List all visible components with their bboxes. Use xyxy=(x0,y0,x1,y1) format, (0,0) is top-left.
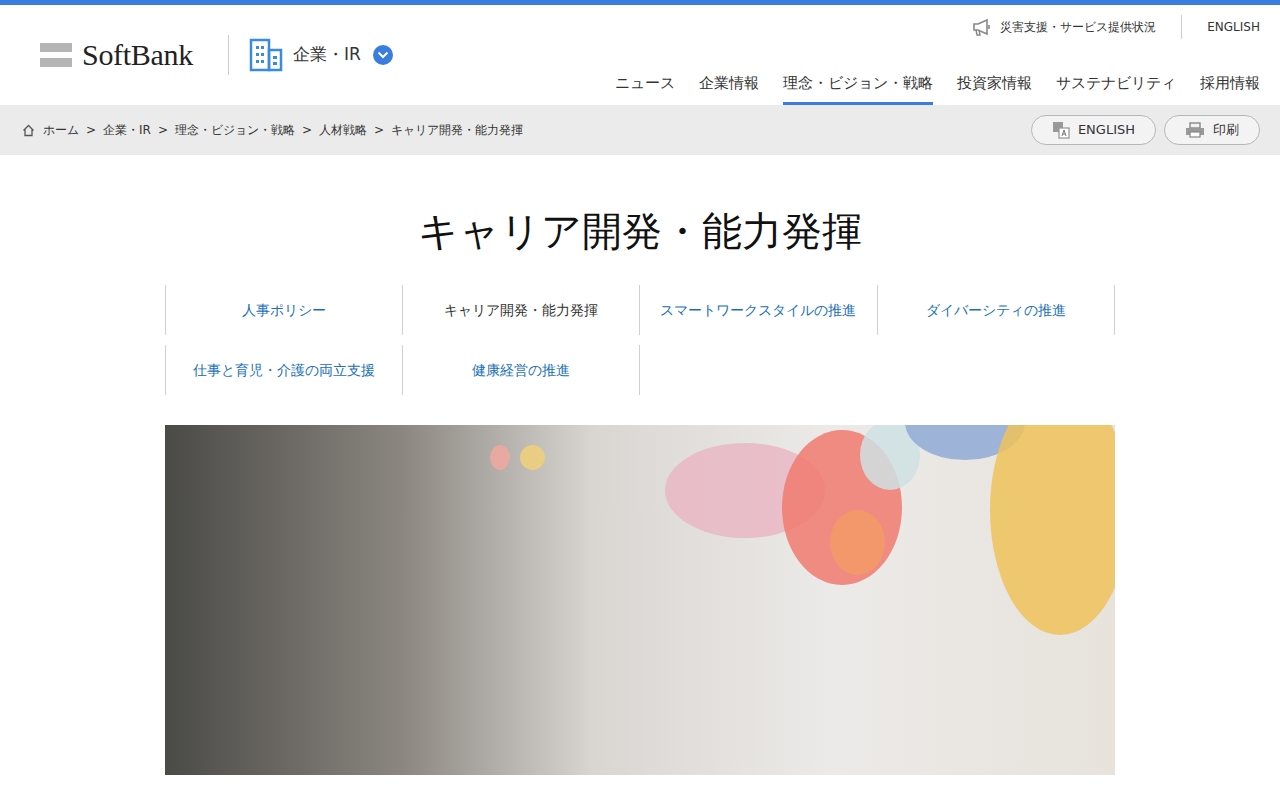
main-nav: ニュース 企業情報 理念・ビジョン・戦略 投資家情報 サステナビリティ 採用情報 xyxy=(615,72,1260,106)
decor-shape xyxy=(490,445,510,470)
sub-navigation: 人事ポリシー キャリア開発・能力発揮 スマートワークスタイルの推進 ダイバーシティの推… xyxy=(165,285,1115,395)
page-action-label: 印刷 xyxy=(1213,120,1239,140)
utility-divider xyxy=(1181,15,1182,39)
nav-item-label: ニュース xyxy=(615,74,675,92)
breadcrumb-item: キャリア開発・能力発揮 xyxy=(391,121,523,139)
logo-text: SoftBank xyxy=(82,40,193,70)
breadcrumb-item[interactable]: 理念・ビジョン・戦略 xyxy=(175,121,295,139)
page-title: キャリア開発・能力発揮 xyxy=(0,207,1280,255)
sub-nav-item[interactable]: スマートワークスタイルの推進 xyxy=(640,285,878,335)
nav-item[interactable]: 理念・ビジョン・戦略 xyxy=(783,72,933,106)
section-switcher[interactable]: 企業・IR xyxy=(249,38,393,72)
home-icon xyxy=(22,124,35,137)
breadcrumb: ホーム > 企業・IR > 理念・ビジョン・戦略 > 人材戦略 > キャリア開発・能力発揮 xyxy=(22,121,523,139)
translate-icon xyxy=(1052,121,1070,139)
building-icon xyxy=(249,38,283,72)
decor-shape xyxy=(830,510,885,575)
breadcrumb-item[interactable]: 企業・IR xyxy=(103,121,151,139)
print-button[interactable]: 印刷 xyxy=(1164,115,1260,145)
nav-item[interactable]: サステナビリティ xyxy=(1056,72,1176,106)
chevron-down-icon[interactable] xyxy=(373,45,393,65)
sub-nav-label: スマートワークスタイルの推進 xyxy=(660,300,856,321)
nav-item[interactable]: 企業情報 xyxy=(699,72,759,106)
nav-item[interactable]: 投資家情報 xyxy=(957,72,1032,106)
sub-nav-item[interactable]: 仕事と育児・介護の両立支援 xyxy=(165,345,403,395)
english-link[interactable]: ENGLISH xyxy=(1207,18,1260,36)
nav-item[interactable]: ニュース xyxy=(615,72,675,106)
brand-area: SoftBank 企業・IR xyxy=(40,5,393,105)
breadcrumb-separator: > xyxy=(158,121,168,139)
decor-shape xyxy=(990,425,1115,635)
nav-item-label: 投資家情報 xyxy=(957,74,1032,92)
nav-item-label: 企業情報 xyxy=(699,74,759,92)
top-accent-bar xyxy=(0,0,1280,5)
content: 人事ポリシー キャリア開発・能力発揮 スマートワークスタイルの推進 ダイバーシティの推… xyxy=(165,285,1115,775)
sub-nav-label: キャリア開発・能力発揮 xyxy=(444,300,598,321)
site-header: SoftBank 企業・IR 災害支援・サービス提供状況 ENGLISH ニュース 企業情… xyxy=(0,5,1280,105)
breadcrumb-separator: > xyxy=(86,121,96,139)
header-divider xyxy=(228,35,229,75)
sub-nav-item[interactable]: 健康経営の推進 xyxy=(403,345,641,395)
sub-nav-label: ダイバーシティの推進 xyxy=(926,300,1066,321)
nav-item-label: 採用情報 xyxy=(1200,74,1260,92)
softbank-logo[interactable]: SoftBank xyxy=(40,40,193,70)
megaphone-icon xyxy=(972,18,992,36)
utility-link-label: ENGLISH xyxy=(1207,18,1260,36)
header-right: 災害支援・サービス提供状況 ENGLISH ニュース 企業情報 理念・ビジョン・戦略 投資… xyxy=(615,5,1260,105)
page-actions: ENGLISH 印刷 xyxy=(1031,115,1260,145)
breadcrumb-separator: > xyxy=(374,121,384,139)
page-action-label: ENGLISH xyxy=(1078,120,1135,140)
printer-icon xyxy=(1185,122,1205,138)
nav-item[interactable]: 採用情報 xyxy=(1200,72,1260,106)
sub-nav-label: 仕事と育児・介護の両立支援 xyxy=(193,360,375,381)
sub-nav-item[interactable]: キャリア開発・能力発揮 xyxy=(403,285,641,335)
sub-nav-item[interactable]: ダイバーシティの推進 xyxy=(878,285,1116,335)
section-label: 企業・IR xyxy=(293,42,361,68)
breadcrumb-separator: > xyxy=(302,121,312,139)
breadcrumb-bar: ホーム > 企業・IR > 理念・ビジョン・戦略 > 人材戦略 > キャリア開発・能力発揮 ENG… xyxy=(0,105,1280,155)
sub-nav-item[interactable]: 人事ポリシー xyxy=(165,285,403,335)
utility-link-label: 災害支援・サービス提供状況 xyxy=(1000,18,1156,36)
decor-shape xyxy=(520,445,545,470)
logo-bars-icon xyxy=(40,43,72,67)
breadcrumb-item[interactable]: 人材戦略 xyxy=(319,121,367,139)
nav-item-label: サステナビリティ xyxy=(1056,74,1176,92)
hero-photo xyxy=(165,425,1115,775)
english-button[interactable]: ENGLISH xyxy=(1031,115,1156,145)
nav-item-label: 理念・ビジョン・戦略 xyxy=(783,74,933,92)
sub-nav-label: 健康経営の推進 xyxy=(472,360,570,381)
utility-links: 災害支援・サービス提供状況 ENGLISH xyxy=(972,5,1260,39)
breadcrumb-item[interactable]: ホーム xyxy=(43,121,79,139)
disaster-support-link[interactable]: 災害支援・サービス提供状況 xyxy=(972,18,1156,36)
sub-nav-label: 人事ポリシー xyxy=(242,300,326,321)
